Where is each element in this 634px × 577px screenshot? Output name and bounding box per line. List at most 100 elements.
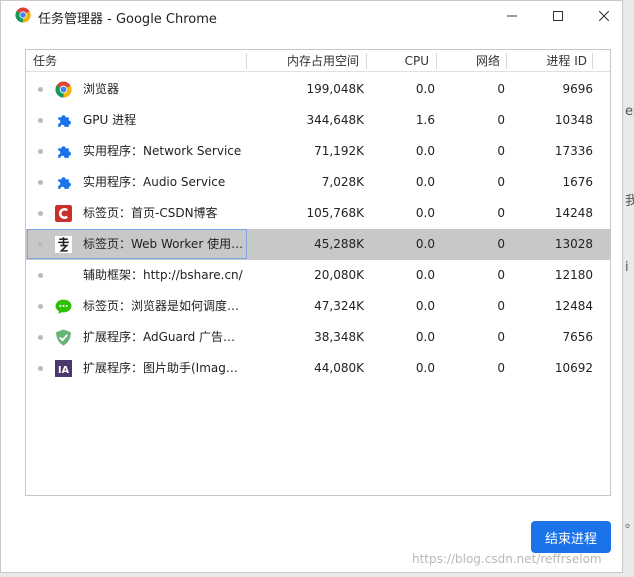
column-divider [246,53,247,69]
window-title: 任务管理器 - Google Chrome [38,12,217,27]
network-value: 0 [497,299,505,313]
pid-value: 13028 [554,237,593,251]
csdn-icon [55,205,72,222]
memory-value: 344,648K [306,113,365,127]
table-row[interactable]: 辅助框架：http://bshare.cn/20,080K 0.0 0 12180 [26,260,610,291]
background-text-fragment: es [625,104,634,119]
column-divider [592,53,593,69]
column-divider [506,53,507,69]
watermark: https://blog.csdn.net/reffrselom [412,552,602,566]
task-name: 辅助框架：http://bshare.cn/ [83,268,243,282]
pid-value: 7656 [562,330,593,344]
memory-value: 20,080K [314,268,364,282]
status-dot [38,211,43,216]
pid-value: 17336 [554,144,593,158]
memory-value: 45,288K [314,237,364,251]
network-value: 0 [497,82,505,96]
background-text-fragment: i [625,260,629,275]
status-dot [38,180,43,185]
cpu-value: 0.0 [415,330,435,344]
task-name: 扩展程序：AdGuard 广告拦… [83,330,245,344]
status-dot [38,149,43,154]
cpu-value: 0.0 [415,82,435,96]
minimize-button[interactable] [489,1,535,31]
puzzle-icon [55,174,72,191]
table-row[interactable]: 实用程序：Audio Service 7,028K 0.0 0 1676 [26,167,610,198]
chrome-icon [55,81,72,98]
svg-text:IA: IA [58,365,70,376]
network-value: 0 [497,144,505,158]
memory-value: 199,048K [306,82,365,96]
status-dot [38,118,43,123]
network-value: 0 [497,268,505,282]
focus-ring [27,229,247,259]
column-divider [366,53,367,69]
task-name: 实用程序：Network Service [83,144,242,158]
chrome-icon [15,7,31,23]
table-row[interactable]: GPU 进程 344,648K 1.6 0 10348 [26,105,610,136]
ia-icon: IA [55,360,72,377]
cpu-value: 1.6 [415,113,435,127]
pid-value: 9696 [562,82,593,96]
network-value: 0 [497,175,505,189]
cpu-value: 0.0 [415,299,435,313]
end-process-button[interactable]: 结束进程 [531,521,611,553]
network-value: 0 [497,206,505,220]
memory-value: 38,348K [314,330,364,344]
memory-value: 71,192K [314,144,364,158]
background-text-fragment: 。 [625,512,634,531]
table-row[interactable]: 实用程序：Network Service 71,192K 0.0 0 17336 [26,136,610,167]
cpu-value: 0.0 [415,268,435,282]
column-header-task[interactable]: 任务 [33,50,57,72]
table-row[interactable]: 浏览器 199,048K 0.0 0 9696 [26,74,610,105]
adguard-icon [55,329,72,346]
column-header-cpu[interactable]: CPU [405,50,429,72]
maximize-icon [553,11,563,21]
network-value: 0 [497,330,505,344]
table-row[interactable]: 标签页：浏览器是如何调度… 47,324K 0.0 0 12484 [26,291,610,322]
status-dot [38,335,43,340]
status-dot [38,366,43,371]
close-button[interactable] [581,1,622,31]
background-text-fragment: 我 [625,194,634,209]
task-name: 标签页：浏览器是如何调度… [83,299,240,313]
process-table: 任务 内存占用空间 CPU 网络 进程 ID 浏览器 199,048K 0.0 0 96… [25,49,611,496]
column-header-memory[interactable]: 内存占用空间 [287,50,359,72]
network-value: 0 [497,237,505,251]
status-dot [38,273,43,278]
status-dot [38,87,43,92]
wechat-icon [55,298,72,315]
task-name: GPU 进程 [83,113,137,127]
task-name: 扩展程序：图片助手(Image… [83,361,245,375]
cpu-value: 0.0 [415,175,435,189]
status-dot [38,304,43,309]
network-value: 0 [497,361,505,375]
task-manager-window: 任务管理器 - Google Chrome 任务 内存占用空间 CPU 网络 进… [0,0,623,573]
puzzle-icon [55,112,72,129]
memory-value: 47,324K [314,299,364,313]
pid-value: 10692 [554,361,593,375]
pid-value: 12484 [554,299,593,313]
cpu-value: 0.0 [415,206,435,220]
table-row[interactable]: 标签页：首页-CSDN博客 105,768K 0.0 0 14248 [26,198,610,229]
table-row[interactable]: 扩展程序：AdGuard 广告拦… 38,348K 0.0 0 7656 [26,322,610,353]
pid-value: 12180 [554,268,593,282]
task-name: 标签页：首页-CSDN博客 [83,206,218,220]
cpu-value: 0.0 [415,144,435,158]
memory-value: 44,080K [314,361,364,375]
pid-value: 10348 [554,113,593,127]
maximize-button[interactable] [535,1,581,31]
network-value: 0 [497,113,505,127]
table-row[interactable]: IA 扩展程序：图片助手(Image… 44,080K 0.0 0 10692 [26,353,610,384]
task-name: 实用程序：Audio Service [83,175,226,189]
title-bar: 任务管理器 - Google Chrome [1,1,622,33]
pid-value: 14248 [554,206,593,220]
memory-value: 105,768K [306,206,365,220]
close-icon [599,11,609,21]
column-header-pid[interactable]: 进程 ID [546,50,587,72]
memory-value: 7,028K [321,175,364,189]
column-header-network[interactable]: 网络 [476,50,500,72]
pid-value: 1676 [562,175,593,189]
cpu-value: 0.0 [415,237,435,251]
cpu-value: 0.0 [415,361,435,375]
